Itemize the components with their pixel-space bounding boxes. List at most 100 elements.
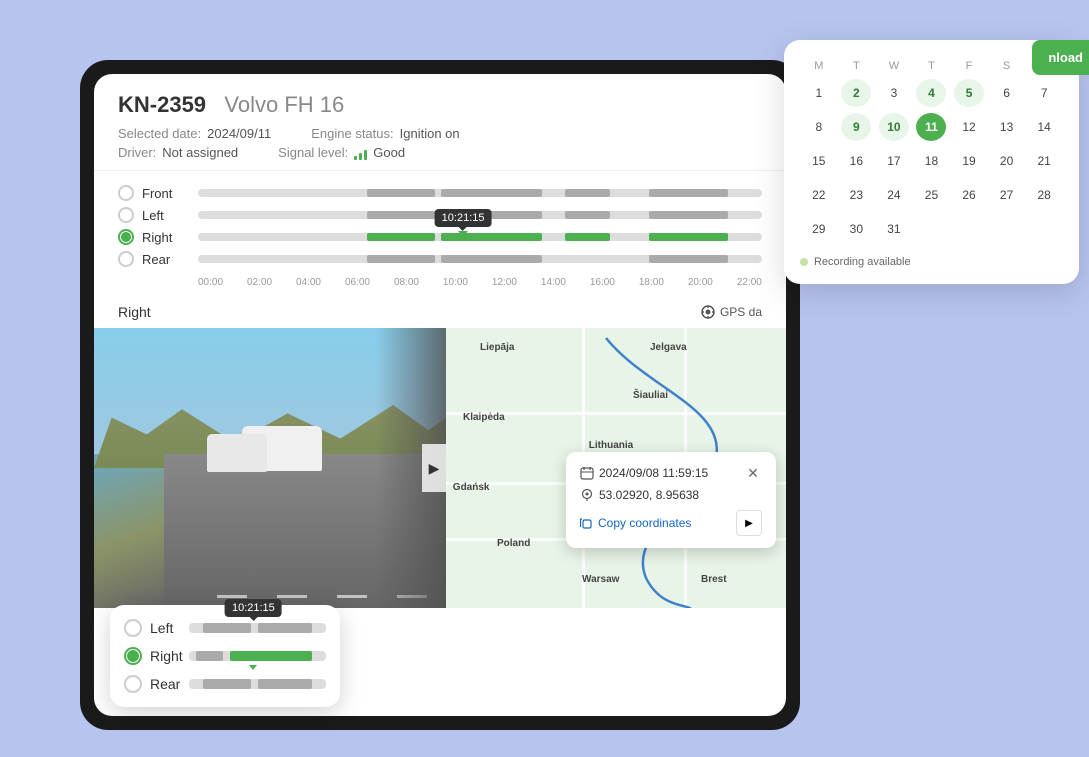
cal-day-12[interactable]: 12 (950, 110, 988, 144)
cal-day-13[interactable]: 13 (988, 110, 1026, 144)
cal-day-27[interactable]: 27 (988, 178, 1026, 212)
gps-indicator: GPS da (701, 305, 762, 319)
radio-front[interactable] (118, 185, 134, 201)
cal-day-31[interactable]: 31 (875, 212, 913, 246)
gps-label-text: GPS da (720, 305, 762, 319)
cal-day-1[interactable]: 1 (800, 76, 838, 110)
map-label-gdansk: Gdańsk (453, 482, 490, 493)
calendar-header-row: M T W T F S S (800, 56, 1063, 76)
driver-value: Not assigned (162, 145, 238, 160)
camera-label-front[interactable]: Front (118, 185, 198, 201)
mini-seg-left-2 (258, 623, 313, 633)
seg-left-4 (649, 211, 728, 219)
radio-right[interactable] (118, 229, 134, 245)
time-4: 08:00 (394, 277, 419, 288)
time-tooltip: 10:21:15 (435, 209, 492, 227)
mini-timeline-right[interactable] (189, 648, 326, 664)
mini-label-left[interactable]: Left (124, 619, 189, 637)
mini-time-tooltip: 10:21:15 (225, 599, 282, 617)
seg-right-2 (441, 233, 543, 241)
cal-day-11[interactable]: 11 (913, 110, 951, 144)
engine-info: Engine status: Ignition on (311, 126, 459, 141)
vehicle-model: Volvo FH 16 (224, 92, 344, 117)
cal-day-2[interactable]: 2 (838, 76, 876, 110)
mini-seg-left-1 (203, 623, 251, 633)
cal-week-3: 15 16 17 18 19 20 21 (800, 144, 1063, 178)
cal-day-14[interactable]: 14 (1025, 110, 1063, 144)
radio-rear[interactable] (118, 251, 134, 267)
signal-value: Good (373, 145, 405, 160)
cal-th-s1: S (988, 56, 1026, 76)
seg-left-1 (367, 211, 435, 219)
cal-day-6[interactable]: 6 (988, 76, 1026, 110)
cal-day-15[interactable]: 15 (800, 144, 838, 178)
time-2: 04:00 (296, 277, 321, 288)
cal-day-28[interactable]: 28 (1025, 178, 1063, 212)
copy-coordinates-button[interactable]: Copy coordinates (580, 516, 691, 530)
timeline-front[interactable] (198, 187, 762, 199)
timeline-track-right: 10:21:15 (198, 233, 762, 241)
cal-day-9[interactable]: 9 (838, 110, 876, 144)
cal-day-30[interactable]: 30 (838, 212, 876, 246)
engine-label: Engine status: (311, 126, 393, 141)
video-next-arrow[interactable]: ▶ (422, 444, 446, 492)
mini-label-rear[interactable]: Rear (124, 675, 189, 693)
mini-timeline-rear[interactable] (189, 676, 326, 692)
mini-timeline-left[interactable]: 10:21:15 (189, 620, 326, 636)
time-6: 12:00 (492, 277, 517, 288)
cal-day-26[interactable]: 26 (950, 178, 988, 212)
copy-icon (580, 517, 593, 530)
seg-front-4 (649, 189, 728, 197)
radio-left[interactable] (118, 207, 134, 223)
timeline-rear[interactable] (198, 253, 762, 265)
cal-day-23[interactable]: 23 (838, 178, 876, 212)
gps-date-row: 2024/09/08 11:59:15 (580, 466, 708, 480)
cal-day-19[interactable]: 19 (950, 144, 988, 178)
cal-day-7[interactable]: 7 (1025, 76, 1063, 110)
cal-day-8[interactable]: 8 (800, 110, 838, 144)
cal-day-3[interactable]: 3 (875, 76, 913, 110)
mini-row-right[interactable]: Right (124, 647, 326, 665)
camera-row-right[interactable]: Right 10:21:15 (118, 229, 762, 245)
gps-popup-header: 2024/09/08 11:59:15 ✕ (580, 464, 762, 482)
cal-day-16[interactable]: 16 (838, 144, 876, 178)
cal-day-4[interactable]: 4 (913, 76, 951, 110)
seg-right-3 (565, 233, 610, 241)
engine-value: Ignition on (400, 126, 460, 141)
gps-popup-close[interactable]: ✕ (744, 464, 762, 482)
cal-day-29[interactable]: 29 (800, 212, 838, 246)
mini-panel: Left 10:21:15 Right (110, 605, 340, 707)
camera-label-left[interactable]: Left (118, 207, 198, 223)
cal-day-21[interactable]: 21 (1025, 144, 1063, 178)
camera-row-rear[interactable]: Rear (118, 251, 762, 267)
time-7: 14:00 (541, 277, 566, 288)
cal-day-25[interactable]: 25 (913, 178, 951, 212)
camera-label-right[interactable]: Right (118, 229, 198, 245)
view-label-text: Right (118, 304, 151, 320)
play-button[interactable]: ▶ (736, 510, 762, 536)
timeline-right[interactable]: 10:21:15 (198, 231, 762, 243)
cal-day-10[interactable]: 10 (875, 110, 913, 144)
vehicle-title: KN-2359 Volvo FH 16 (118, 92, 762, 118)
cal-day-24[interactable]: 24 (875, 178, 913, 212)
mini-label-right[interactable]: Right (124, 647, 189, 665)
cal-week-1: 1 2 3 4 5 6 7 (800, 76, 1063, 110)
seg-front-3 (565, 189, 610, 197)
cal-day-22[interactable]: 22 (800, 178, 838, 212)
map-label-siauliai: Šiauliai (633, 390, 668, 401)
mini-row-left[interactable]: Left 10:21:15 (124, 619, 326, 637)
camera-right-text: Right (142, 230, 172, 245)
camera-label-rear[interactable]: Rear (118, 251, 198, 267)
map-label-jelgava: Jelgava (650, 342, 687, 353)
mini-radio-right[interactable] (124, 647, 142, 665)
cal-th-t1: T (838, 56, 876, 76)
mini-row-rear[interactable]: Rear (124, 675, 326, 693)
cal-day-5[interactable]: 5 (950, 76, 988, 110)
mini-radio-rear[interactable] (124, 675, 142, 693)
download-button[interactable]: nload (1032, 40, 1089, 75)
cal-day-17[interactable]: 17 (875, 144, 913, 178)
mini-radio-left[interactable] (124, 619, 142, 637)
cal-day-20[interactable]: 20 (988, 144, 1026, 178)
cal-day-18[interactable]: 18 (913, 144, 951, 178)
camera-row-front[interactable]: Front (118, 185, 762, 201)
